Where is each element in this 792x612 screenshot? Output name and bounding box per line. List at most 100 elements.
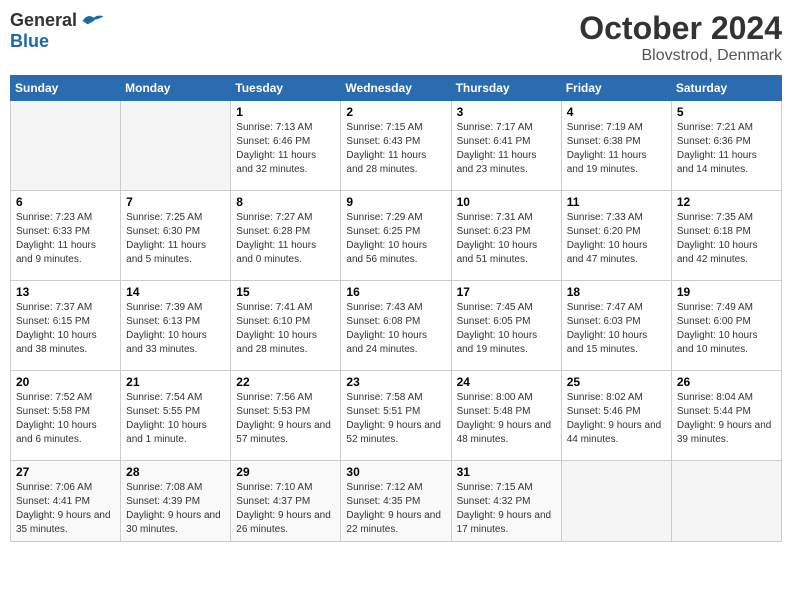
calendar-cell: 12Sunrise: 7:35 AM Sunset: 6:18 PM Dayli… xyxy=(671,191,781,281)
calendar-cell: 30 Sunrise: 7:12 AM Sunset: 4:35 PM Dayli… xyxy=(341,461,451,542)
calendar-cell: 26 Sunrise: 8:04 AM Sunset: 5:44 PM Dayli… xyxy=(671,371,781,461)
day-info: Sunrise: 7:21 AM Sunset: 6:36 PM Dayligh… xyxy=(677,121,776,177)
calendar-cell: 7Sunrise: 7:25 AM Sunset: 6:30 PM Daylig… xyxy=(121,191,231,281)
day-info: Sunrise: 7:39 AM Sunset: 6:13 PM Dayligh… xyxy=(126,301,225,357)
calendar-cell: 13 Sunrise: 7:37 AM Sunset: 6:15 PM Dayli… xyxy=(11,281,121,371)
calendar-cell: 16Sunrise: 7:43 AM Sunset: 6:08 PM Dayli… xyxy=(341,281,451,371)
week-row-3: 13 Sunrise: 7:37 AM Sunset: 6:15 PM Dayli… xyxy=(11,281,782,371)
calendar-cell: 19 Sunrise: 7:49 AM Sunset: 6:00 PM Dayli… xyxy=(671,281,781,371)
day-number: 17 xyxy=(457,285,556,299)
day-info: Sunrise: 7:58 AM Sunset: 5:51 PM Dayligh… xyxy=(346,391,445,447)
day-number: 6 xyxy=(16,195,115,209)
day-number: 18 xyxy=(567,285,666,299)
logo-blue-text: Blue xyxy=(10,31,49,52)
calendar-cell xyxy=(121,101,231,191)
day-number: 12 xyxy=(677,195,776,209)
logo: General Blue xyxy=(10,10,105,52)
day-info: Sunrise: 7:54 AM Sunset: 5:55 PM Dayligh… xyxy=(126,391,225,447)
calendar-cell: 4 Sunrise: 7:19 AM Sunset: 6:38 PM Daylig… xyxy=(561,101,671,191)
calendar-cell: 24 Sunrise: 8:00 AM Sunset: 5:48 PM Dayli… xyxy=(451,371,561,461)
day-number: 5 xyxy=(677,105,776,119)
calendar-cell: 23 Sunrise: 7:58 AM Sunset: 5:51 PM Dayli… xyxy=(341,371,451,461)
day-number: 22 xyxy=(236,375,335,389)
day-info: Sunrise: 7:49 AM Sunset: 6:00 PM Dayligh… xyxy=(677,301,776,357)
day-info: Sunrise: 7:56 AM Sunset: 5:53 PM Dayligh… xyxy=(236,391,335,447)
calendar-table: SundayMondayTuesdayWednesdayThursdayFrid… xyxy=(10,75,782,542)
calendar-cell: 6Sunrise: 7:23 AM Sunset: 6:33 PM Daylig… xyxy=(11,191,121,281)
calendar-cell: 9Sunrise: 7:29 AM Sunset: 6:25 PM Daylig… xyxy=(341,191,451,281)
weekday-header-monday: Monday xyxy=(121,76,231,101)
day-number: 16 xyxy=(346,285,445,299)
day-number: 23 xyxy=(346,375,445,389)
day-number: 10 xyxy=(457,195,556,209)
calendar-cell: 28 Sunrise: 7:08 AM Sunset: 4:39 PM Dayli… xyxy=(121,461,231,542)
day-info: Sunrise: 7:25 AM Sunset: 6:30 PM Dayligh… xyxy=(126,211,225,267)
day-info: Sunrise: 7:52 AM Sunset: 5:58 PM Dayligh… xyxy=(16,391,115,447)
day-number: 14 xyxy=(126,285,225,299)
day-number: 21 xyxy=(126,375,225,389)
day-info: Sunrise: 7:17 AM Sunset: 6:41 PM Dayligh… xyxy=(457,121,556,177)
calendar-cell: 2Sunrise: 7:15 AM Sunset: 6:43 PM Daylig… xyxy=(341,101,451,191)
day-info: Sunrise: 8:04 AM Sunset: 5:44 PM Dayligh… xyxy=(677,391,776,447)
weekday-header-thursday: Thursday xyxy=(451,76,561,101)
week-row-4: 20 Sunrise: 7:52 AM Sunset: 5:58 PM Dayli… xyxy=(11,371,782,461)
calendar-cell: 3 Sunrise: 7:17 AM Sunset: 6:41 PM Daylig… xyxy=(451,101,561,191)
calendar-cell: 10Sunrise: 7:31 AM Sunset: 6:23 PM Dayli… xyxy=(451,191,561,281)
day-info: Sunrise: 7:37 AM Sunset: 6:15 PM Dayligh… xyxy=(16,301,115,357)
calendar-cell xyxy=(561,461,671,542)
calendar-cell: 18 Sunrise: 7:47 AM Sunset: 6:03 PM Dayli… xyxy=(561,281,671,371)
weekday-header-sunday: Sunday xyxy=(11,76,121,101)
logo-bird-icon xyxy=(81,11,105,31)
calendar-cell: 15 Sunrise: 7:41 AM Sunset: 6:10 PM Dayli… xyxy=(231,281,341,371)
day-number: 15 xyxy=(236,285,335,299)
day-number: 29 xyxy=(236,465,335,479)
day-info: Sunrise: 7:12 AM Sunset: 4:35 PM Dayligh… xyxy=(346,481,445,537)
day-info: Sunrise: 7:47 AM Sunset: 6:03 PM Dayligh… xyxy=(567,301,666,357)
calendar-cell: 25Sunrise: 8:02 AM Sunset: 5:46 PM Dayli… xyxy=(561,371,671,461)
weekday-header-friday: Friday xyxy=(561,76,671,101)
weekday-header-tuesday: Tuesday xyxy=(231,76,341,101)
logo-general-text: General xyxy=(10,10,77,31)
day-number: 11 xyxy=(567,195,666,209)
page-header: General Blue October 2024 Blovstrod, Den… xyxy=(10,10,782,65)
day-number: 4 xyxy=(567,105,666,119)
day-info: Sunrise: 7:33 AM Sunset: 6:20 PM Dayligh… xyxy=(567,211,666,267)
calendar-cell: 22 Sunrise: 7:56 AM Sunset: 5:53 PM Dayli… xyxy=(231,371,341,461)
day-number: 26 xyxy=(677,375,776,389)
day-info: Sunrise: 7:27 AM Sunset: 6:28 PM Dayligh… xyxy=(236,211,335,267)
day-info: Sunrise: 7:08 AM Sunset: 4:39 PM Dayligh… xyxy=(126,481,225,537)
week-row-2: 6Sunrise: 7:23 AM Sunset: 6:33 PM Daylig… xyxy=(11,191,782,281)
day-number: 30 xyxy=(346,465,445,479)
day-info: Sunrise: 8:00 AM Sunset: 5:48 PM Dayligh… xyxy=(457,391,556,447)
week-row-1: 1Sunrise: 7:13 AM Sunset: 6:46 PM Daylig… xyxy=(11,101,782,191)
day-number: 27 xyxy=(16,465,115,479)
calendar-cell: 29Sunrise: 7:10 AM Sunset: 4:37 PM Dayli… xyxy=(231,461,341,542)
day-number: 24 xyxy=(457,375,556,389)
calendar-cell: 20 Sunrise: 7:52 AM Sunset: 5:58 PM Dayli… xyxy=(11,371,121,461)
day-info: Sunrise: 7:06 AM Sunset: 4:41 PM Dayligh… xyxy=(16,481,115,537)
calendar-cell xyxy=(671,461,781,542)
weekday-header-saturday: Saturday xyxy=(671,76,781,101)
day-info: Sunrise: 7:45 AM Sunset: 6:05 PM Dayligh… xyxy=(457,301,556,357)
title-block: October 2024 Blovstrod, Denmark xyxy=(579,10,782,65)
calendar-cell: 5 Sunrise: 7:21 AM Sunset: 6:36 PM Daylig… xyxy=(671,101,781,191)
month-title: October 2024 xyxy=(579,10,782,47)
calendar-cell: 27 Sunrise: 7:06 AM Sunset: 4:41 PM Dayli… xyxy=(11,461,121,542)
day-info: Sunrise: 8:02 AM Sunset: 5:46 PM Dayligh… xyxy=(567,391,666,447)
calendar-cell: 31Sunrise: 7:15 AM Sunset: 4:32 PM Dayli… xyxy=(451,461,561,542)
day-number: 28 xyxy=(126,465,225,479)
day-info: Sunrise: 7:15 AM Sunset: 4:32 PM Dayligh… xyxy=(457,481,556,537)
day-number: 2 xyxy=(346,105,445,119)
day-number: 20 xyxy=(16,375,115,389)
day-info: Sunrise: 7:19 AM Sunset: 6:38 PM Dayligh… xyxy=(567,121,666,177)
day-number: 13 xyxy=(16,285,115,299)
week-row-5: 27 Sunrise: 7:06 AM Sunset: 4:41 PM Dayli… xyxy=(11,461,782,542)
day-info: Sunrise: 7:41 AM Sunset: 6:10 PM Dayligh… xyxy=(236,301,335,357)
calendar-cell: 1Sunrise: 7:13 AM Sunset: 6:46 PM Daylig… xyxy=(231,101,341,191)
day-number: 3 xyxy=(457,105,556,119)
location-subtitle: Blovstrod, Denmark xyxy=(579,47,782,65)
day-info: Sunrise: 7:13 AM Sunset: 6:46 PM Dayligh… xyxy=(236,121,335,177)
day-number: 19 xyxy=(677,285,776,299)
calendar-cell: 14 Sunrise: 7:39 AM Sunset: 6:13 PM Dayli… xyxy=(121,281,231,371)
day-number: 8 xyxy=(236,195,335,209)
